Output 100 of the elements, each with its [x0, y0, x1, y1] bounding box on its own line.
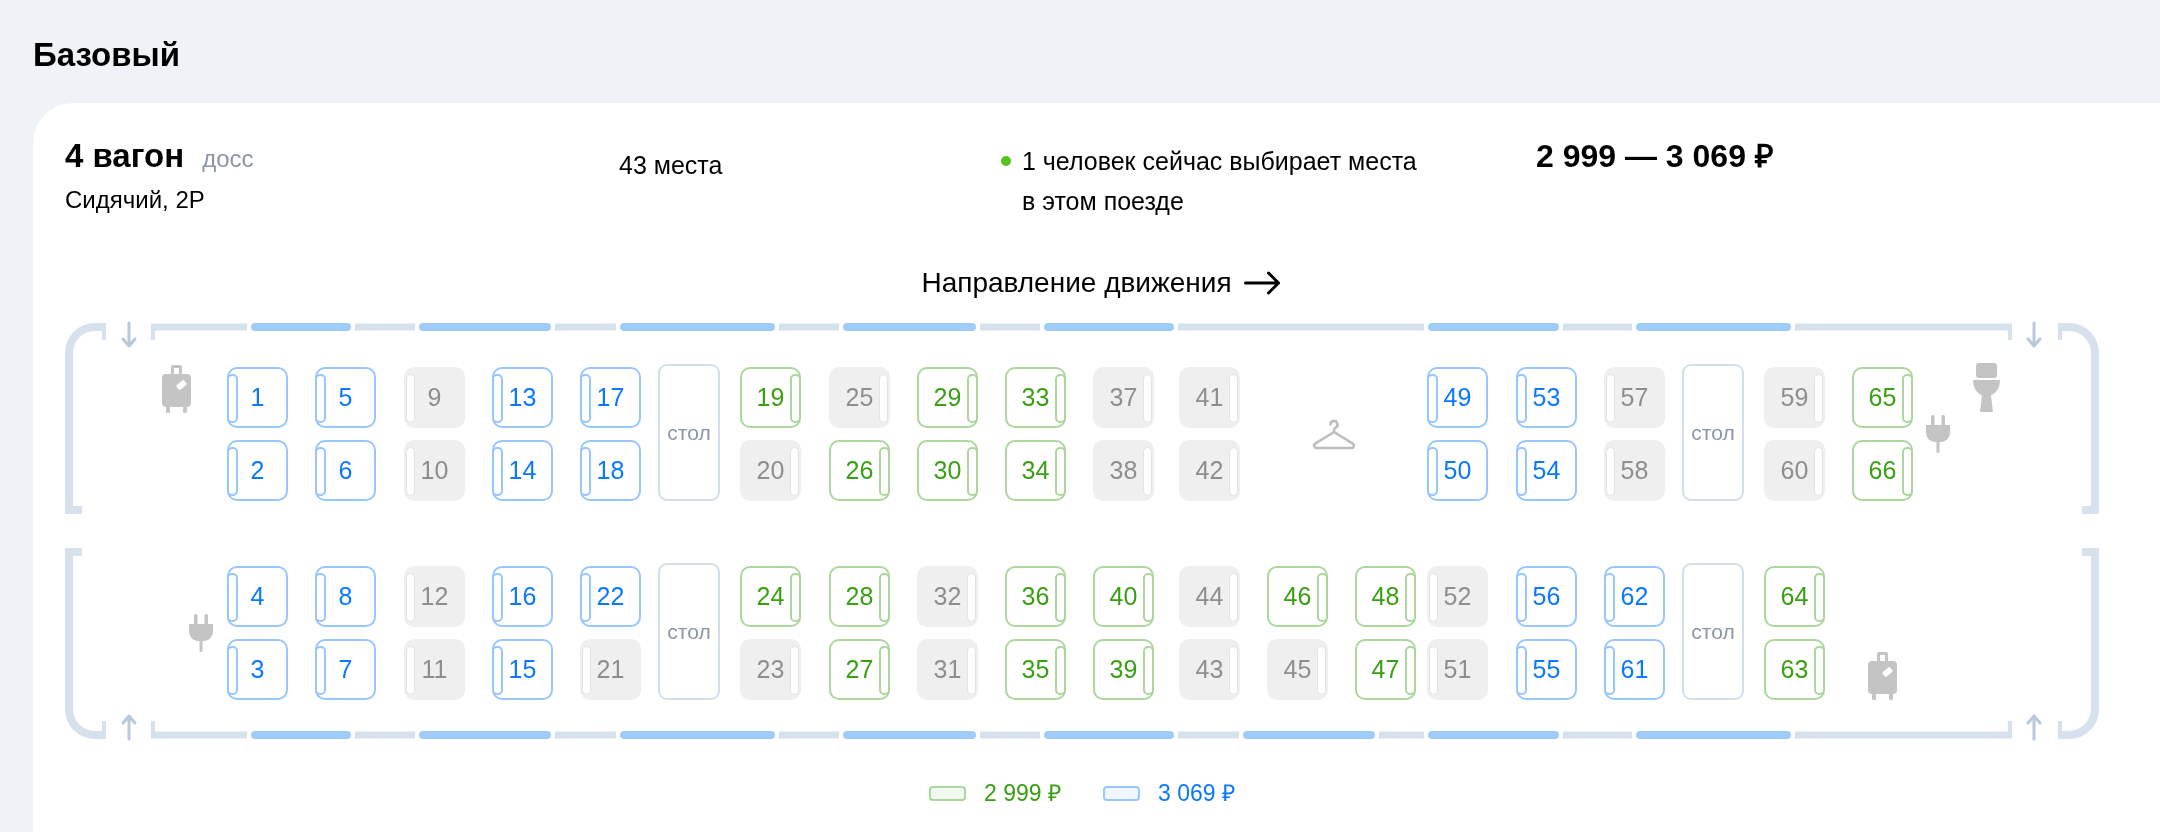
seat-button[interactable]: 14	[492, 440, 553, 501]
seat-button[interactable]: 61	[1604, 639, 1665, 700]
seat-button[interactable]: 63	[1764, 639, 1825, 700]
seat-back-icon	[1814, 646, 1825, 695]
seat-button[interactable]: 19	[740, 367, 801, 428]
seat-back-icon	[1427, 447, 1438, 496]
hanger-icon	[1311, 418, 1356, 450]
seat-button[interactable]: 2	[227, 440, 288, 501]
seat-button[interactable]: 44	[1179, 566, 1240, 627]
seat-button[interactable]: 37	[1093, 367, 1154, 428]
seat-button[interactable]: 62	[1604, 566, 1665, 627]
price-swatch-icon	[929, 785, 967, 801]
seat-button[interactable]: 29	[917, 367, 978, 428]
seat-button[interactable]: 52	[1427, 566, 1488, 627]
seat-back-icon	[492, 447, 503, 496]
seat-back-icon	[1516, 646, 1527, 695]
seat-back-icon	[1902, 447, 1913, 496]
seat-button[interactable]: 12	[404, 566, 465, 627]
status-dot-icon	[1001, 156, 1011, 166]
seat-back-icon	[879, 447, 890, 496]
seat-button[interactable]: 53	[1516, 367, 1577, 428]
seat-back-icon	[1317, 573, 1328, 622]
seat-back-icon	[790, 646, 799, 695]
seat-button[interactable]: 23	[740, 639, 801, 700]
seat-button[interactable]: 65	[1852, 367, 1913, 428]
seat-button[interactable]: 42	[1179, 440, 1240, 501]
seat-back-icon	[492, 573, 503, 622]
seat-back-icon	[580, 447, 591, 496]
seat-button[interactable]: 30	[917, 440, 978, 501]
seat-back-icon	[1143, 447, 1152, 496]
seat-button[interactable]: 22	[580, 566, 641, 627]
seat-button[interactable]: 66	[1852, 440, 1913, 501]
seat-button[interactable]: 54	[1516, 440, 1577, 501]
seat-button[interactable]: 57	[1604, 367, 1665, 428]
seat-back-icon	[580, 573, 591, 622]
seat-back-icon	[1405, 573, 1416, 622]
seat-button[interactable]: 15	[492, 639, 553, 700]
seat-button[interactable]: 18	[580, 440, 641, 501]
seat-button[interactable]: 4	[227, 566, 288, 627]
seat-button[interactable]: 40	[1093, 566, 1154, 627]
seat-button[interactable]: 8	[315, 566, 376, 627]
seat-button[interactable]: 55	[1516, 639, 1577, 700]
power-plug-icon	[1926, 415, 1950, 453]
seat-button[interactable]: 24	[740, 566, 801, 627]
seat-button[interactable]: 32	[917, 566, 978, 627]
seat-button[interactable]: 33	[1005, 367, 1066, 428]
seat-button[interactable]: 58	[1604, 440, 1665, 501]
seat-button[interactable]: 36	[1005, 566, 1066, 627]
seat-button[interactable]: 56	[1516, 566, 1577, 627]
seat-back-icon	[967, 374, 978, 423]
seat-button[interactable]: 51	[1427, 639, 1488, 700]
seat-button[interactable]: 64	[1764, 566, 1825, 627]
seat-button[interactable]: 31	[917, 639, 978, 700]
seat-button[interactable]: 26	[829, 440, 890, 501]
seat-button[interactable]: 21	[580, 639, 641, 700]
seat-back-icon	[406, 646, 415, 695]
seat-button[interactable]: 38	[1093, 440, 1154, 501]
seat-button[interactable]: 27	[829, 639, 890, 700]
seat-button[interactable]: 20	[740, 440, 801, 501]
seat-button[interactable]: 47	[1355, 639, 1416, 700]
seat-button[interactable]: 25	[829, 367, 890, 428]
seat-button[interactable]: 28	[829, 566, 890, 627]
seat-button[interactable]: 34	[1005, 440, 1066, 501]
seat-back-icon	[879, 573, 890, 622]
seat-button[interactable]: 43	[1179, 639, 1240, 700]
seat-button[interactable]: 39	[1093, 639, 1154, 700]
seat-button[interactable]: 11	[404, 639, 465, 700]
seat-button[interactable]: 16	[492, 566, 553, 627]
seat-back-icon	[967, 447, 978, 496]
seat-back-icon	[227, 447, 238, 496]
seat-button[interactable]: 45	[1267, 639, 1328, 700]
seat-back-icon	[315, 447, 326, 496]
seat-button[interactable]: 6	[315, 440, 376, 501]
suitcase-icon	[162, 363, 191, 413]
seat-back-icon	[227, 374, 238, 423]
seat-button[interactable]: 13	[492, 367, 553, 428]
seat-back-icon	[1429, 573, 1438, 622]
seat-button[interactable]: 10	[404, 440, 465, 501]
seat-button[interactable]: 50	[1427, 440, 1488, 501]
seat-button[interactable]: 9	[404, 367, 465, 428]
seat-back-icon	[790, 573, 801, 622]
down-arrow-icon	[121, 321, 137, 348]
seat-button[interactable]: 3	[227, 639, 288, 700]
seat-back-icon	[492, 646, 503, 695]
seat-back-icon	[582, 646, 591, 695]
seat-button[interactable]: 7	[315, 639, 376, 700]
seat-button[interactable]: 5	[315, 367, 376, 428]
seat-button[interactable]: 1	[227, 367, 288, 428]
seat-button[interactable]: 46	[1267, 566, 1328, 627]
seat-back-icon	[1814, 447, 1823, 496]
power-plug-icon	[189, 614, 213, 652]
seat-button[interactable]: 60	[1764, 440, 1825, 501]
seat-button[interactable]: 48	[1355, 566, 1416, 627]
seat-back-icon	[790, 447, 799, 496]
seat-button[interactable]: 17	[580, 367, 641, 428]
seat-button[interactable]: 35	[1005, 639, 1066, 700]
seat-button[interactable]: 49	[1427, 367, 1488, 428]
seat-button[interactable]: 59	[1764, 367, 1825, 428]
seat-back-icon	[492, 374, 503, 423]
seat-button[interactable]: 41	[1179, 367, 1240, 428]
